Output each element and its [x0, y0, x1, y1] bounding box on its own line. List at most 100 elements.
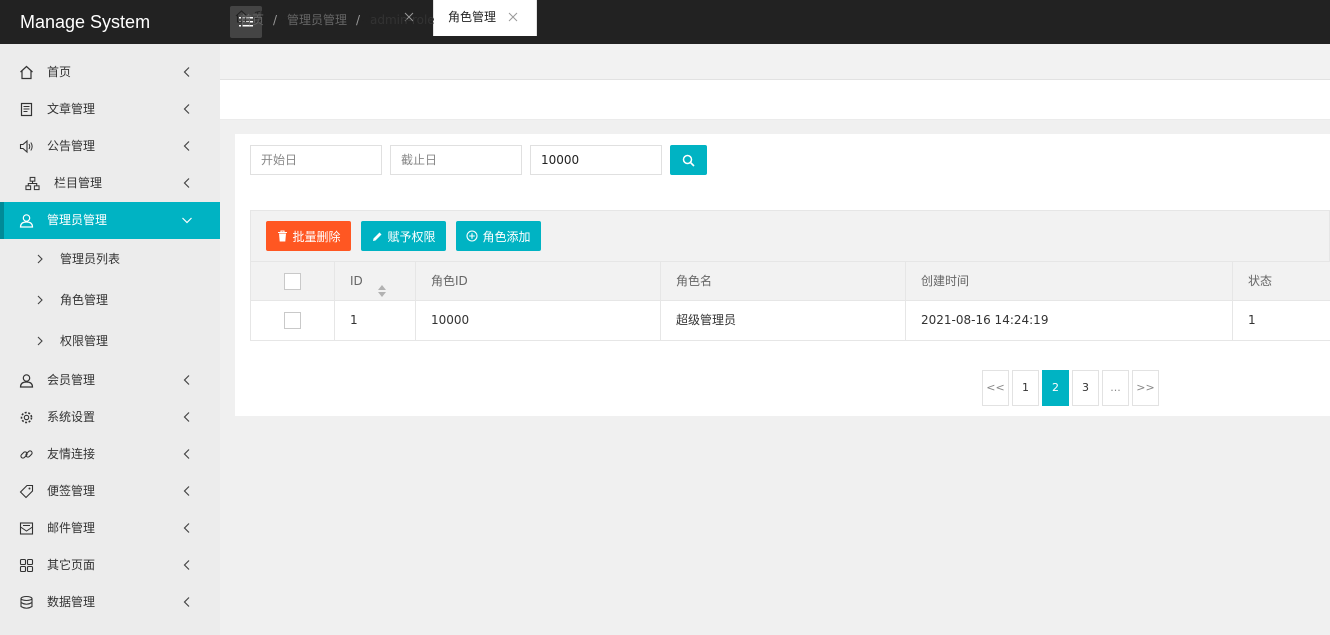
cell-role-name: 超级管理员: [660, 301, 905, 340]
select-all-checkbox[interactable]: [284, 273, 301, 290]
sidebar-item-members[interactable]: 会员管理: [0, 362, 220, 399]
sidebar-subitem-label: 角色管理: [60, 293, 109, 307]
sidebar-item-home[interactable]: 首页: [0, 54, 220, 91]
sidebar-item-label: 便签管理: [47, 484, 96, 498]
chevron-left-icon: [183, 560, 190, 570]
pencil-icon: [371, 230, 383, 242]
breadcrumb-separator: /: [356, 13, 361, 27]
sidebar-item-articles[interactable]: 文章管理: [0, 91, 220, 128]
tab-label: 角色管理: [448, 10, 497, 24]
sidebar-item-label: 栏目管理: [54, 176, 103, 190]
pagination-page-1[interactable]: 1: [1012, 370, 1039, 406]
close-icon[interactable]: [508, 12, 518, 22]
sidebar-subitem-permission[interactable]: 权限管理: [0, 321, 220, 362]
search-button[interactable]: [670, 145, 707, 175]
tab-role-management[interactable]: 角色管理: [433, 0, 537, 36]
breadcrumb-item-admin[interactable]: 管理员管理: [287, 0, 347, 40]
document-icon: [19, 102, 34, 117]
sidebar-item-label: 首页: [47, 65, 72, 79]
sidebar-item-data[interactable]: 数据管理: [0, 584, 220, 621]
chevron-right-icon: [37, 336, 43, 346]
batch-delete-button[interactable]: 批量删除: [266, 221, 351, 251]
cell-created-at: 2021-08-16 14:24:19: [905, 301, 1232, 340]
header-id[interactable]: ID: [334, 262, 415, 301]
breadcrumb-item-home[interactable]: 首页: [240, 0, 264, 40]
grid-icon: [19, 558, 34, 573]
sidebar-item-other-pages[interactable]: 其它页面: [0, 547, 220, 584]
sidebar-item-label: 友情连接: [47, 447, 96, 461]
user-icon: [19, 373, 34, 388]
trash-icon: [276, 230, 288, 242]
sidebar-item-mail[interactable]: 邮件管理: [0, 510, 220, 547]
add-role-label: 角色添加: [482, 229, 531, 244]
keyword-input[interactable]: [530, 145, 662, 175]
header-label: ID: [350, 274, 363, 288]
chevron-left-icon: [183, 67, 190, 77]
cell-id: 1: [334, 301, 415, 340]
header-created-at: 创建时间: [905, 262, 1232, 301]
user-icon: [19, 213, 34, 228]
sidebar-item-label: 公告管理: [47, 139, 96, 153]
start-date-input[interactable]: [250, 145, 382, 175]
table-row: 1 10000 超级管理员 2021-08-16 14:24:19 1: [251, 301, 1330, 340]
pagination-page-3[interactable]: 3: [1072, 370, 1099, 406]
app-title: Manage System: [20, 12, 151, 32]
chevron-left-icon: [183, 412, 190, 422]
cell-role-id: 10000: [415, 301, 660, 340]
sidebar-item-label: 会员管理: [47, 373, 96, 387]
header-role-name: 角色名: [660, 262, 905, 301]
pagination-page-2[interactable]: 2: [1042, 370, 1069, 406]
search-icon: [682, 154, 695, 167]
sidebar-item-label: 邮件管理: [47, 521, 96, 535]
sidebar-item-settings[interactable]: 系统设置: [0, 399, 220, 436]
sidebar-item-columns[interactable]: 栏目管理: [0, 165, 220, 202]
breadcrumb-item-current: admin-role: [370, 13, 435, 27]
home-icon: [19, 65, 34, 80]
sidebar-item-label: 其它页面: [47, 558, 96, 572]
cell-status: 1: [1232, 301, 1330, 340]
grant-permission-label: 赋予权限: [387, 229, 436, 244]
sidebar-item-label: 管理员管理: [47, 213, 108, 227]
chevron-right-icon: [37, 295, 43, 305]
mail-icon: [19, 521, 34, 536]
sidebar-item-notes[interactable]: 便签管理: [0, 473, 220, 510]
sidebar-item-notices[interactable]: 公告管理: [0, 128, 220, 165]
add-circle-icon: [466, 230, 479, 242]
gear-icon: [19, 410, 34, 425]
header-role-id: 角色ID: [415, 262, 660, 301]
header-status: 状态: [1232, 262, 1330, 301]
pagination-prev[interactable]: <<: [982, 370, 1009, 406]
sidebar-subitem-label: 权限管理: [60, 334, 109, 348]
chevron-left-icon: [183, 449, 190, 459]
link-icon: [19, 447, 34, 462]
chevron-left-icon: [183, 523, 190, 533]
pagination-ellipsis: ...: [1102, 370, 1129, 406]
pagination-next[interactable]: >>: [1132, 370, 1159, 406]
tag-icon: [19, 484, 34, 499]
role-table: ID 角色ID 角色名 创建时间 状态 1 10000 超级管理员 2021-0…: [250, 261, 1330, 341]
sort-icon[interactable]: [377, 275, 387, 297]
sidebar-subitem-admin-list[interactable]: 管理员列表: [0, 239, 220, 280]
top-header: Manage System: [0, 0, 1330, 44]
header-label: 创建时间: [921, 274, 970, 288]
chevron-left-icon: [183, 597, 190, 607]
sidebar-subitem-role[interactable]: 角色管理: [0, 280, 220, 321]
chevron-left-icon: [183, 486, 190, 496]
breadcrumb: [220, 80, 1330, 120]
chevron-left-icon: [183, 178, 190, 188]
chevron-left-icon: [183, 104, 190, 114]
header-label: 角色ID: [431, 274, 468, 288]
chevron-right-icon: [37, 254, 43, 264]
row-checkbox[interactable]: [284, 312, 301, 329]
sidebar-item-admin[interactable]: 管理员管理: [0, 202, 220, 239]
tab-bar: [220, 44, 1330, 80]
sidebar-item-links[interactable]: 友情连接: [0, 436, 220, 473]
sidebar-subitem-label: 管理员列表: [60, 252, 121, 266]
end-date-input[interactable]: [390, 145, 522, 175]
add-role-button[interactable]: 角色添加: [456, 221, 541, 251]
batch-delete-label: 批量删除: [292, 229, 341, 244]
speaker-icon: [19, 139, 34, 154]
chevron-left-icon: [183, 375, 190, 385]
header-label: 角色名: [676, 274, 713, 288]
grant-permission-button[interactable]: 赋予权限: [361, 221, 446, 251]
